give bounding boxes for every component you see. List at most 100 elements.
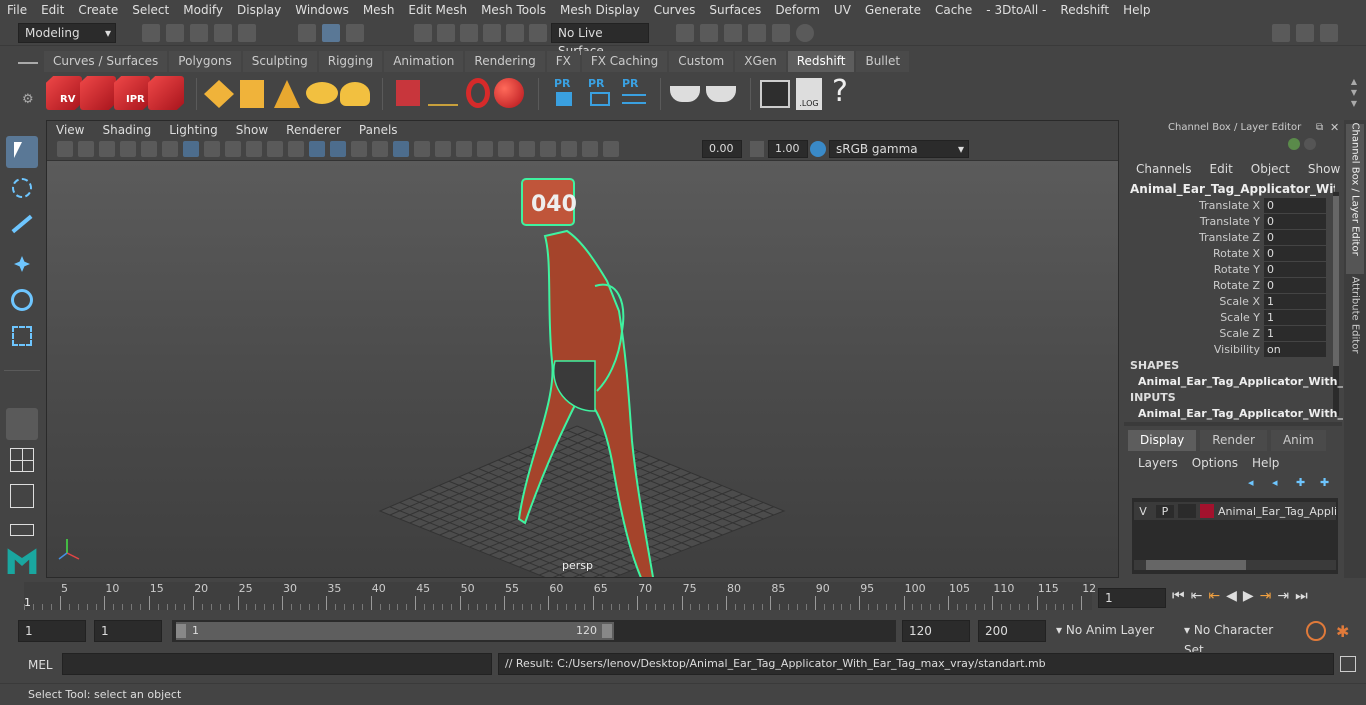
menu-item-help[interactable]: Help — [1116, 3, 1157, 17]
menu-item-select[interactable]: Select — [125, 3, 176, 17]
layer-hscrollbar[interactable] — [1134, 560, 1336, 570]
sun-sky-icon[interactable] — [340, 82, 370, 106]
script-editor-icon[interactable] — [760, 80, 790, 108]
channel-value[interactable]: 0 — [1264, 229, 1326, 245]
proxy-icon[interactable] — [204, 80, 234, 108]
gamma-icon[interactable] — [750, 141, 764, 157]
anim-layer-dropdown[interactable]: ▾ No Anim Layer — [1050, 620, 1174, 642]
shelf-scroll-icon[interactable]: ▲ ▼ ▼ — [1348, 76, 1360, 110]
menu-item-modify[interactable]: Modify — [176, 3, 230, 17]
safe-action-icon[interactable] — [288, 141, 304, 157]
range-bar[interactable] — [176, 622, 614, 640]
gate-mask-icon[interactable] — [246, 141, 262, 157]
range-handle-end[interactable] — [602, 624, 612, 638]
screen-ao-icon[interactable] — [456, 141, 472, 157]
channel-row[interactable]: Translate X 0 — [1124, 197, 1326, 213]
channel-row[interactable]: Scale Z 1 — [1124, 325, 1326, 341]
dof-icon[interactable] — [519, 141, 535, 157]
field-chart-icon[interactable] — [267, 141, 283, 157]
scale-tool-icon[interactable] — [6, 320, 38, 352]
channel-row[interactable]: Scale X 1 — [1124, 293, 1326, 309]
pr-export-icon[interactable]: PR — [588, 77, 605, 90]
xray-active-icon[interactable] — [582, 141, 598, 157]
menu-item-edit-mesh[interactable]: Edit Mesh — [401, 3, 474, 17]
viewport-menu-renderer[interactable]: Renderer — [277, 123, 350, 137]
menu-item-edit[interactable]: Edit — [34, 3, 71, 17]
smooth-shade-icon[interactable] — [330, 141, 346, 157]
sphere-render-icon[interactable] — [796, 24, 814, 42]
time-slider[interactable]: 5 10 15 20 25 30 35 40 45 50 55 60 65 70 75 80 85 90 95 100… — [0, 578, 1366, 616]
tab-channel-box[interactable]: Channel Box / Layer Editor — [1346, 123, 1364, 274]
channel-value[interactable]: 0 — [1264, 197, 1326, 213]
channel-menu-edit[interactable]: Edit — [1210, 162, 1233, 176]
menu-item-surfaces[interactable]: Surfaces — [702, 3, 768, 17]
menu-item-file[interactable]: File — [0, 3, 34, 17]
pr-proxy-icon[interactable]: PR — [554, 77, 571, 90]
redshift-settings-icon[interactable] — [148, 76, 184, 110]
go-to-start-icon[interactable]: ⏮ — [1172, 588, 1185, 604]
xray-icon[interactable] — [393, 141, 409, 157]
ipr-render-icon[interactable] — [724, 24, 742, 42]
wireframe-icon[interactable] — [309, 141, 325, 157]
render-settings-icon[interactable] — [748, 24, 766, 42]
colorspace-dropdown[interactable]: sRGB gamma ▾ — [829, 140, 969, 158]
close-icon[interactable]: ✕ — [1330, 121, 1339, 134]
image-plane-icon[interactable] — [120, 141, 136, 157]
menu-item-3dtoall[interactable]: - 3DtoAll - — [979, 3, 1053, 17]
shelf-tab-curves-surfaces[interactable]: Curves / Surfaces — [44, 51, 168, 72]
menu-item-cache[interactable]: Cache — [928, 3, 979, 17]
auto-key-icon[interactable] — [1306, 621, 1326, 641]
hypershade-icon[interactable] — [772, 24, 790, 42]
channel-row[interactable]: Translate Y 0 — [1124, 213, 1326, 229]
menu-item-mesh-tools[interactable]: Mesh Tools — [474, 3, 553, 17]
anim-end-field[interactable]: 200 — [978, 620, 1046, 642]
layer-color-swatch[interactable] — [1200, 504, 1214, 518]
step-forward-frame-icon[interactable]: ⇥ — [1260, 588, 1272, 604]
move-layer-down-icon[interactable]: ◂ — [1272, 476, 1288, 490]
viewport-menu-shading[interactable]: Shading — [93, 123, 160, 137]
bookmark-icon[interactable] — [99, 141, 115, 157]
animation-prefs-icon[interactable]: ✱ — [1336, 622, 1349, 641]
new-layer-selected-icon[interactable]: ✚ — [1320, 476, 1336, 490]
play-backward-icon[interactable]: ◀ — [1226, 588, 1237, 604]
menu-item-generate[interactable]: Generate — [858, 3, 928, 17]
play-forward-icon[interactable]: ▶ — [1243, 588, 1254, 604]
menu-item-deform[interactable]: Deform — [768, 3, 827, 17]
anti-alias-icon[interactable] — [498, 141, 514, 157]
shelf-tab-fx-caching[interactable]: FX Caching — [581, 51, 668, 72]
gamma-field[interactable]: 1.00 — [768, 140, 808, 158]
rotate-tool-icon[interactable] — [6, 284, 38, 316]
four-view-icon[interactable] — [6, 444, 38, 476]
shelf-tab-animation[interactable]: Animation — [384, 51, 464, 72]
shadows-icon[interactable] — [435, 141, 451, 157]
channel-value[interactable]: 0 — [1264, 245, 1326, 261]
range-handle-start[interactable] — [176, 624, 186, 638]
camera-select-icon[interactable] — [57, 141, 73, 157]
layer-menu-help[interactable]: Help — [1252, 456, 1279, 470]
shelf-tab-sculpting[interactable]: Sculpting — [242, 51, 317, 72]
select-object-icon[interactable] — [322, 24, 340, 42]
menu-item-display[interactable]: Display — [230, 3, 288, 17]
curve-icon[interactable] — [466, 78, 490, 108]
shelf-tab-bullet[interactable]: Bullet — [856, 51, 910, 72]
paint-select-tool-icon[interactable] — [6, 208, 38, 240]
select-hierarchy-icon[interactable] — [298, 24, 316, 42]
bowl-steam-icon[interactable] — [706, 86, 736, 102]
live-surface-field[interactable]: No Live Surface — [551, 23, 649, 58]
shelf-tab-xgen[interactable]: XGen — [735, 51, 786, 72]
channel-value[interactable]: 0 — [1264, 213, 1326, 229]
playback-end-field[interactable]: 120 — [902, 620, 970, 642]
sidebar-toggle-icon[interactable] — [1296, 24, 1314, 42]
2d-pan-zoom-icon[interactable] — [141, 141, 157, 157]
channel-row[interactable]: Scale Y 1 — [1124, 309, 1326, 325]
hair-icon[interactable] — [428, 86, 458, 106]
viewport-menu-lighting[interactable]: Lighting — [160, 123, 227, 137]
channel-value[interactable]: 1 — [1264, 293, 1326, 309]
tab-attribute-editor[interactable]: Attribute Editor — [1346, 277, 1364, 374]
panel-layout-icon[interactable] — [1320, 24, 1338, 42]
menu-item-windows[interactable]: Windows — [288, 3, 356, 17]
snap-point-icon[interactable] — [460, 24, 478, 42]
layer-type-toggle[interactable] — [1178, 504, 1196, 518]
channel-value[interactable]: on — [1264, 341, 1326, 357]
motion-blur-icon[interactable] — [477, 141, 493, 157]
